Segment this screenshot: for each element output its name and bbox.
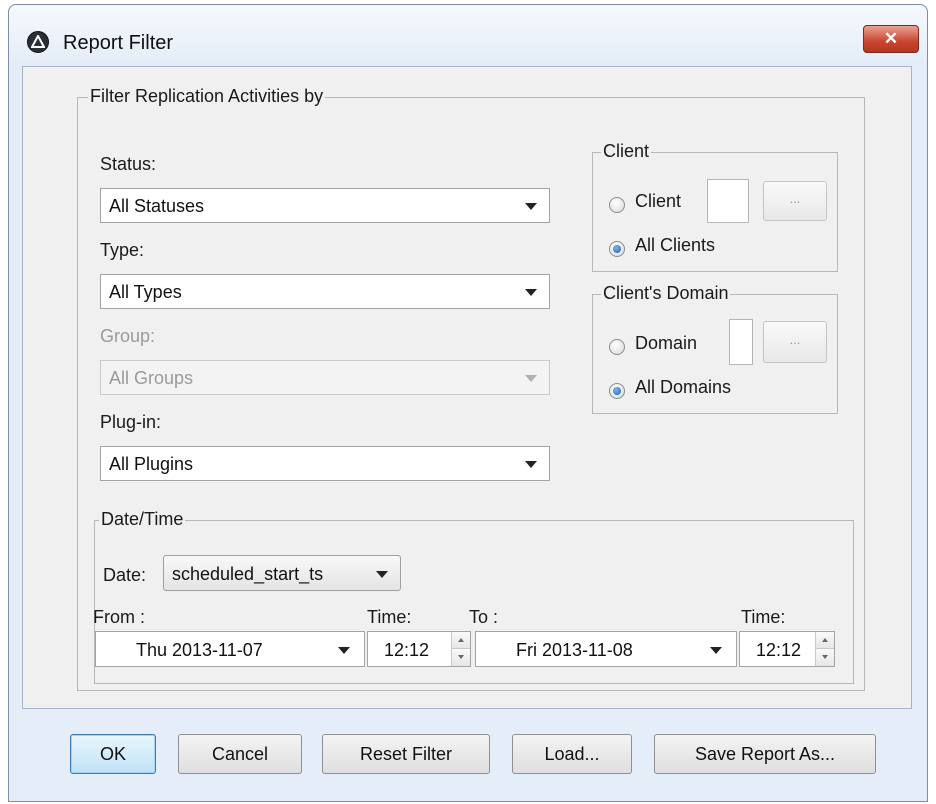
chevron-down-icon: [525, 375, 537, 382]
from-time-label: Time:: [367, 607, 412, 627]
group-select[interactable]: All Groups: [100, 360, 550, 395]
domain-browse-button[interactable]: ...: [763, 321, 827, 363]
client-name-input[interactable]: [707, 179, 749, 223]
plugin-label: Plug-in:: [100, 412, 162, 432]
domain-name-input[interactable]: [729, 319, 753, 365]
to-date-value: Fri 2013-11-08: [516, 640, 633, 660]
client-group: Client Client ... All Clients: [592, 141, 838, 272]
all-clients-radio[interactable]: [609, 241, 625, 257]
datetime-group-legend: Date/Time: [99, 509, 186, 530]
filter-activities-group: Filter Replication Activities by Status:…: [77, 86, 865, 691]
plugin-select[interactable]: All Plugins: [100, 446, 550, 481]
all-domains-radio[interactable]: [609, 383, 625, 399]
type-select[interactable]: All Types: [100, 274, 550, 309]
domain-radio[interactable]: [609, 339, 625, 355]
from-label: From :: [93, 607, 145, 627]
client-browse-button[interactable]: ...: [763, 181, 827, 221]
chevron-down-icon: [525, 461, 537, 468]
from-date-value: Thu 2013-11-07: [136, 640, 263, 660]
all-clients-radio-label[interactable]: All Clients: [635, 235, 715, 256]
from-time-spin-buttons: [451, 632, 470, 666]
date-field-select[interactable]: scheduled_start_ts: [163, 555, 401, 591]
save-report-as-button[interactable]: Save Report As...: [654, 734, 876, 774]
to-time-decrement-button[interactable]: [816, 649, 834, 666]
load-button[interactable]: Load...: [512, 734, 632, 774]
status-select[interactable]: All Statuses: [100, 188, 550, 223]
from-time-decrement-button[interactable]: [452, 649, 470, 666]
app-logo-icon: [27, 31, 49, 53]
to-label: To :: [469, 607, 499, 627]
from-time-value: 12:12: [384, 640, 430, 660]
reset-filter-button[interactable]: Reset Filter: [322, 734, 490, 774]
domain-browse-label: ...: [789, 332, 801, 347]
filter-activities-legend: Filter Replication Activities by: [88, 86, 326, 107]
client-group-legend: Client: [601, 141, 652, 162]
group-label: Group:: [100, 326, 156, 346]
client-domain-group-legend: Client's Domain: [601, 283, 731, 304]
to-time-spinner[interactable]: 12:12: [739, 631, 835, 667]
to-time-value: 12:12: [756, 640, 802, 660]
date-field-label: Date:: [103, 565, 147, 585]
title-bar[interactable]: Report Filter ✕: [9, 5, 927, 67]
domain-radio-label[interactable]: Domain: [635, 333, 697, 354]
client-radio[interactable]: [609, 197, 625, 213]
status-select-value: All Statuses: [109, 196, 205, 216]
datetime-group: Date/Time Date: scheduled_start_ts From …: [93, 509, 854, 684]
to-date-picker[interactable]: Fri 2013-11-08: [475, 631, 737, 667]
ok-button[interactable]: OK: [70, 734, 156, 774]
all-domains-radio-label[interactable]: All Domains: [635, 377, 731, 398]
plugin-select-value: All Plugins: [109, 454, 194, 474]
date-field-value: scheduled_start_ts: [172, 564, 324, 584]
to-time-increment-button[interactable]: [816, 632, 834, 649]
dialog-content: Filter Replication Activities by Status:…: [22, 66, 912, 709]
client-domain-group: Client's Domain Domain ... All Domains: [592, 283, 838, 414]
status-label: Status:: [100, 154, 157, 174]
window-title: Report Filter: [63, 32, 174, 54]
to-time-label: Time:: [741, 607, 786, 627]
close-button[interactable]: ✕: [863, 25, 919, 53]
from-date-picker[interactable]: Thu 2013-11-07: [95, 631, 365, 667]
chevron-down-icon: [338, 647, 350, 654]
from-time-increment-button[interactable]: [452, 632, 470, 649]
chevron-down-icon: [525, 203, 537, 210]
client-browse-label: ...: [789, 191, 801, 206]
chevron-down-icon: [525, 289, 537, 296]
group-select-value: All Groups: [109, 368, 194, 388]
type-select-value: All Types: [109, 282, 182, 302]
type-label: Type:: [100, 240, 145, 260]
close-icon: ✕: [883, 29, 899, 48]
to-time-spin-buttons: [815, 632, 834, 666]
client-radio-label[interactable]: Client: [635, 191, 681, 212]
chevron-down-icon: [376, 571, 388, 578]
chevron-down-icon: [710, 647, 722, 654]
from-time-spinner[interactable]: 12:12: [367, 631, 471, 667]
cancel-button[interactable]: Cancel: [178, 734, 302, 774]
